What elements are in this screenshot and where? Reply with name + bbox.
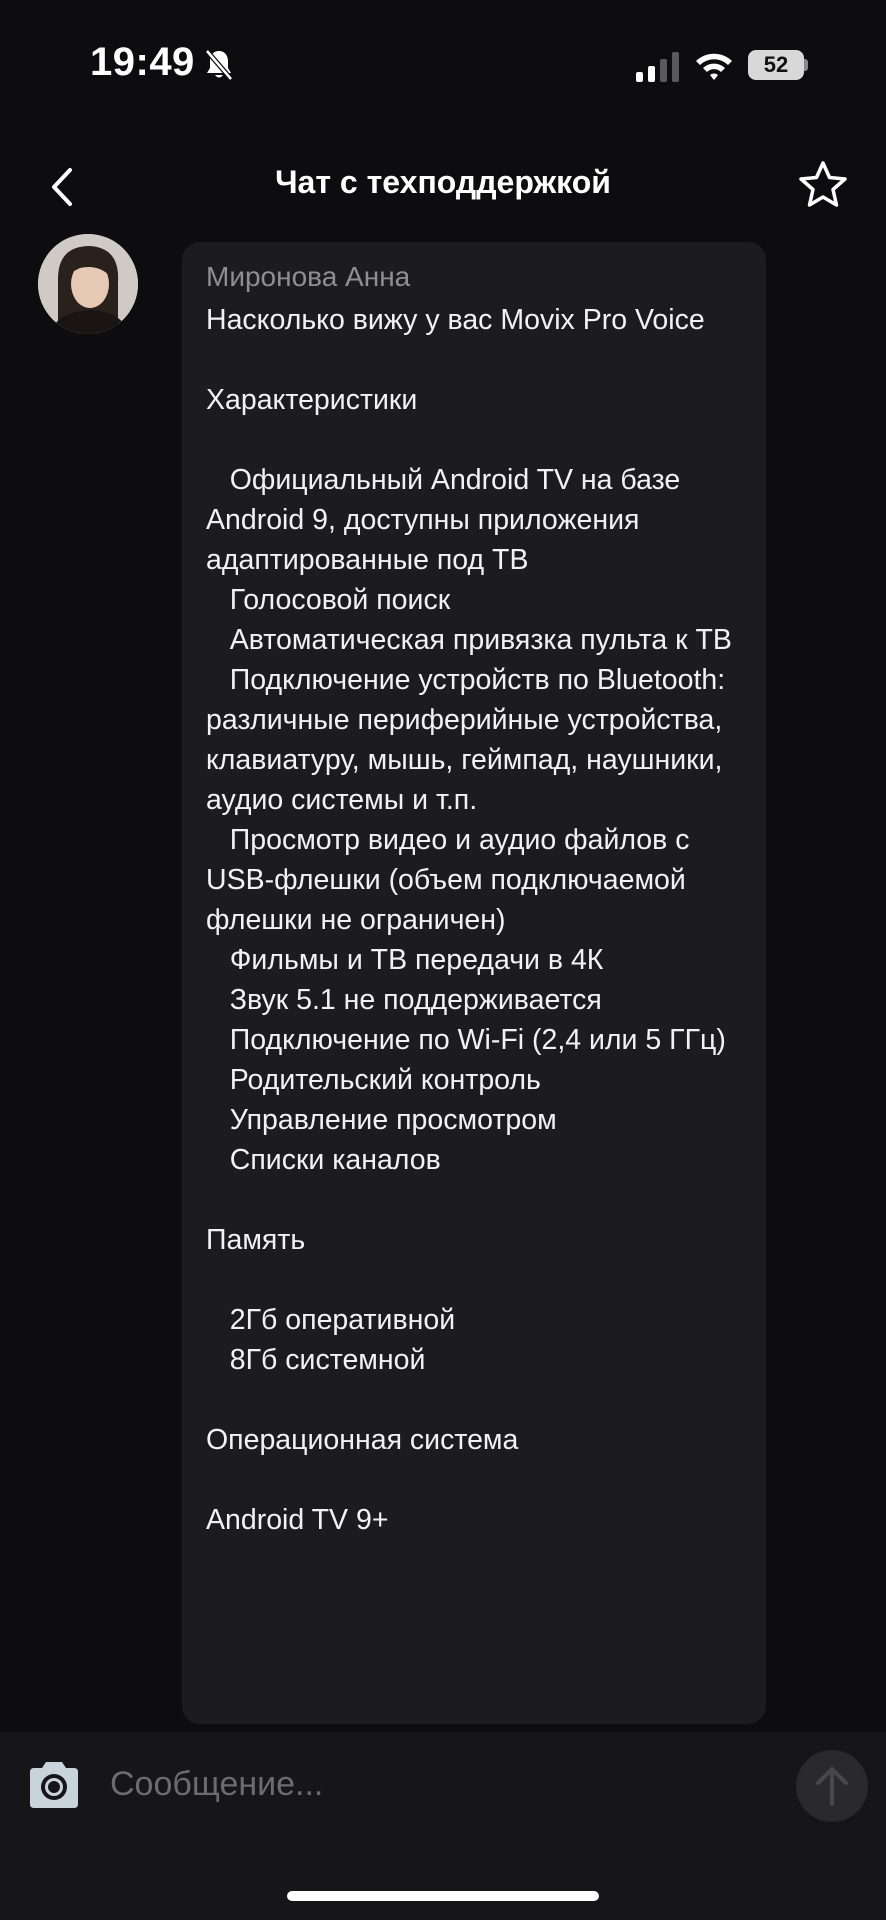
status-time: 19:49 [90, 40, 195, 84]
favorite-button[interactable] [796, 158, 850, 212]
battery-level: 52 [763, 52, 789, 77]
sender-name: Миронова Анна [206, 261, 411, 292]
send-button[interactable] [796, 1750, 868, 1822]
camera-icon [30, 1762, 78, 1808]
message-input[interactable] [110, 1752, 770, 1816]
wifi-icon [696, 53, 732, 80]
cellular-signal-icon [636, 52, 679, 82]
page-title: Чат с техподдержкой [275, 164, 611, 200]
navigation-bar: Чат с техподдержкой [0, 140, 886, 230]
status-bar: 19:49 52 [0, 0, 886, 130]
star-outline-icon [799, 161, 847, 207]
avatar-image [38, 234, 138, 334]
message-text: Насколько вижу у вас Movix Pro Voice Хар… [206, 304, 732, 1536]
camera-button[interactable] [26, 1760, 82, 1810]
bell-slash-icon [205, 49, 233, 81]
home-indicator [287, 1891, 599, 1901]
battery-icon: 52 [748, 50, 808, 80]
arrow-up-icon [816, 1767, 848, 1806]
avatar[interactable] [38, 234, 138, 334]
message-bubble: Миронова Анна Насколько вижу у вас Movix… [182, 242, 766, 1724]
